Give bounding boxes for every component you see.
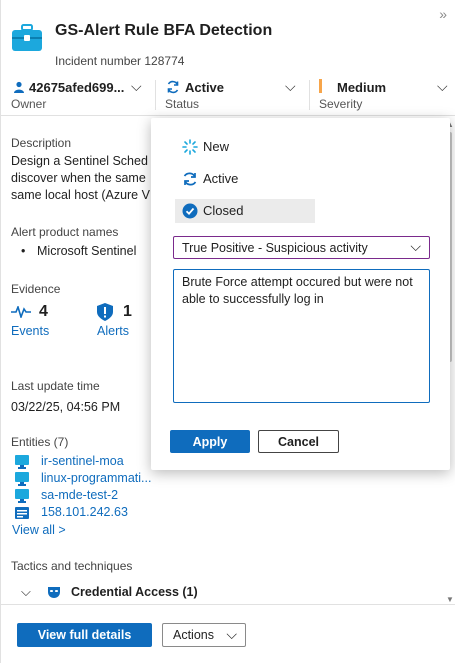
events-evidence[interactable]: 4 Events: [11, 302, 81, 342]
ip-address-icon: [15, 507, 29, 519]
panel-header: GS-Alert Rule BFA Detection Incident num…: [11, 18, 431, 70]
entities-label: Entities (7): [11, 435, 69, 449]
last-update-value: 03/22/25, 04:56 PM: [11, 400, 121, 414]
tactics-label: Tactics and techniques: [11, 559, 133, 573]
severity-value: Medium: [337, 80, 387, 95]
status-label: Status: [165, 97, 200, 111]
sync-icon: [167, 80, 179, 94]
view-all-entities-link[interactable]: View all >: [12, 523, 66, 537]
entity-name: 158.101.242.63: [41, 505, 128, 519]
entity-item[interactable]: 158.101.242.63: [15, 505, 215, 522]
alerts-link: Alerts: [97, 324, 129, 338]
entity-item[interactable]: sa-mde-test-2: [15, 488, 215, 505]
classification-select[interactable]: True Positive - Suspicious activity ⌵: [173, 236, 430, 259]
cancel-button[interactable]: Cancel: [258, 430, 339, 453]
entity-name: sa-mde-test-2: [41, 488, 119, 502]
severity-label: Severity: [319, 97, 363, 111]
chevron-down-icon: ⌵: [410, 238, 421, 254]
computer-icon: [15, 489, 29, 503]
chevron-down-icon: ⌵: [437, 78, 448, 94]
briefcase-icon: [12, 24, 42, 51]
description-line: same local host (Azure V: [11, 188, 150, 202]
classification-value: True Positive - Suspicious activity: [182, 241, 368, 255]
activity-pulse-icon: [11, 306, 31, 318]
status-option-new[interactable]: New: [175, 135, 315, 159]
scroll-down-icon[interactable]: ▼: [446, 595, 454, 604]
severity-dropdown[interactable]: Medium Severity ⌵: [319, 76, 453, 114]
events-link: Events: [11, 324, 50, 338]
alert-products-label: Alert product names: [11, 225, 119, 239]
status-option-closed[interactable]: Closed: [175, 199, 315, 223]
status-option-label: New: [203, 139, 230, 154]
events-count: 4: [39, 303, 48, 320]
incident-meta-row: 42675afed699... Owner ⌵ Active Status ⌵ …: [1, 76, 455, 116]
comment-textarea[interactable]: Brute Force attempt occured but were not…: [173, 269, 430, 403]
divider: [309, 80, 310, 110]
shield-alert-icon: [97, 303, 113, 321]
alert-product-item: Microsoft Sentinel: [37, 244, 137, 258]
incident-title: GS-Alert Rule BFA Detection: [55, 22, 273, 39]
chevron-down-icon: ⌵: [131, 78, 142, 94]
last-update-label: Last update time: [11, 379, 100, 393]
tactic-item[interactable]: ⌵ Credential Access (1): [21, 584, 271, 602]
status-value: Active: [185, 80, 225, 95]
actions-button[interactable]: Actions ⌵: [162, 623, 246, 647]
description-line: discover when the same: [11, 171, 146, 185]
mask-icon: [48, 587, 60, 598]
apply-button[interactable]: Apply: [170, 430, 250, 453]
chevron-down-icon: ⌵: [21, 584, 31, 599]
bullet: •: [21, 244, 26, 258]
status-dropdown[interactable]: Active Status ⌵: [165, 76, 305, 114]
description-line: Design a Sentinel Sched: [11, 154, 148, 168]
description-label: Description: [11, 136, 72, 150]
status-option-label: Active: [203, 171, 239, 186]
new-icon: [182, 139, 198, 155]
status-option-active[interactable]: Active: [175, 167, 315, 191]
active-sync-icon: [183, 172, 197, 186]
closed-check-icon: [182, 203, 198, 219]
status-popup: New Active Closed True Positive - Suspic…: [151, 118, 450, 470]
collapse-panel-icon[interactable]: »: [439, 6, 447, 22]
evidence-label: Evidence: [11, 282, 61, 296]
view-full-details-button[interactable]: View full details: [17, 623, 152, 647]
alerts-count: 1: [123, 303, 132, 320]
entity-name: ir-sentinel-moa: [41, 454, 124, 468]
chevron-down-icon: ⌵: [226, 626, 237, 642]
incident-panel: » GS-Alert Rule BFA Detection Incident n…: [0, 0, 455, 663]
chevron-down-icon: ⌵: [285, 78, 296, 94]
incident-number: Incident number 128774: [55, 54, 185, 68]
entity-name: linux-programmati...: [41, 471, 152, 485]
owner-dropdown[interactable]: 42675afed699... Owner ⌵: [11, 76, 151, 114]
computer-icon: [15, 455, 29, 469]
divider: [155, 80, 156, 110]
actions-label: Actions: [173, 628, 214, 642]
tactic-name: Credential Access (1): [71, 585, 198, 599]
severity-indicator: [319, 79, 322, 93]
status-option-label: Closed: [203, 203, 244, 218]
panel-footer: View full details Actions ⌵: [1, 604, 455, 663]
owner-label: Owner: [11, 97, 47, 111]
alerts-evidence[interactable]: 1 Alerts: [97, 302, 157, 342]
computer-icon: [15, 472, 29, 486]
entity-item[interactable]: linux-programmati...: [15, 471, 215, 488]
owner-value: 42675afed699...: [29, 80, 125, 95]
person-icon: [14, 81, 24, 93]
